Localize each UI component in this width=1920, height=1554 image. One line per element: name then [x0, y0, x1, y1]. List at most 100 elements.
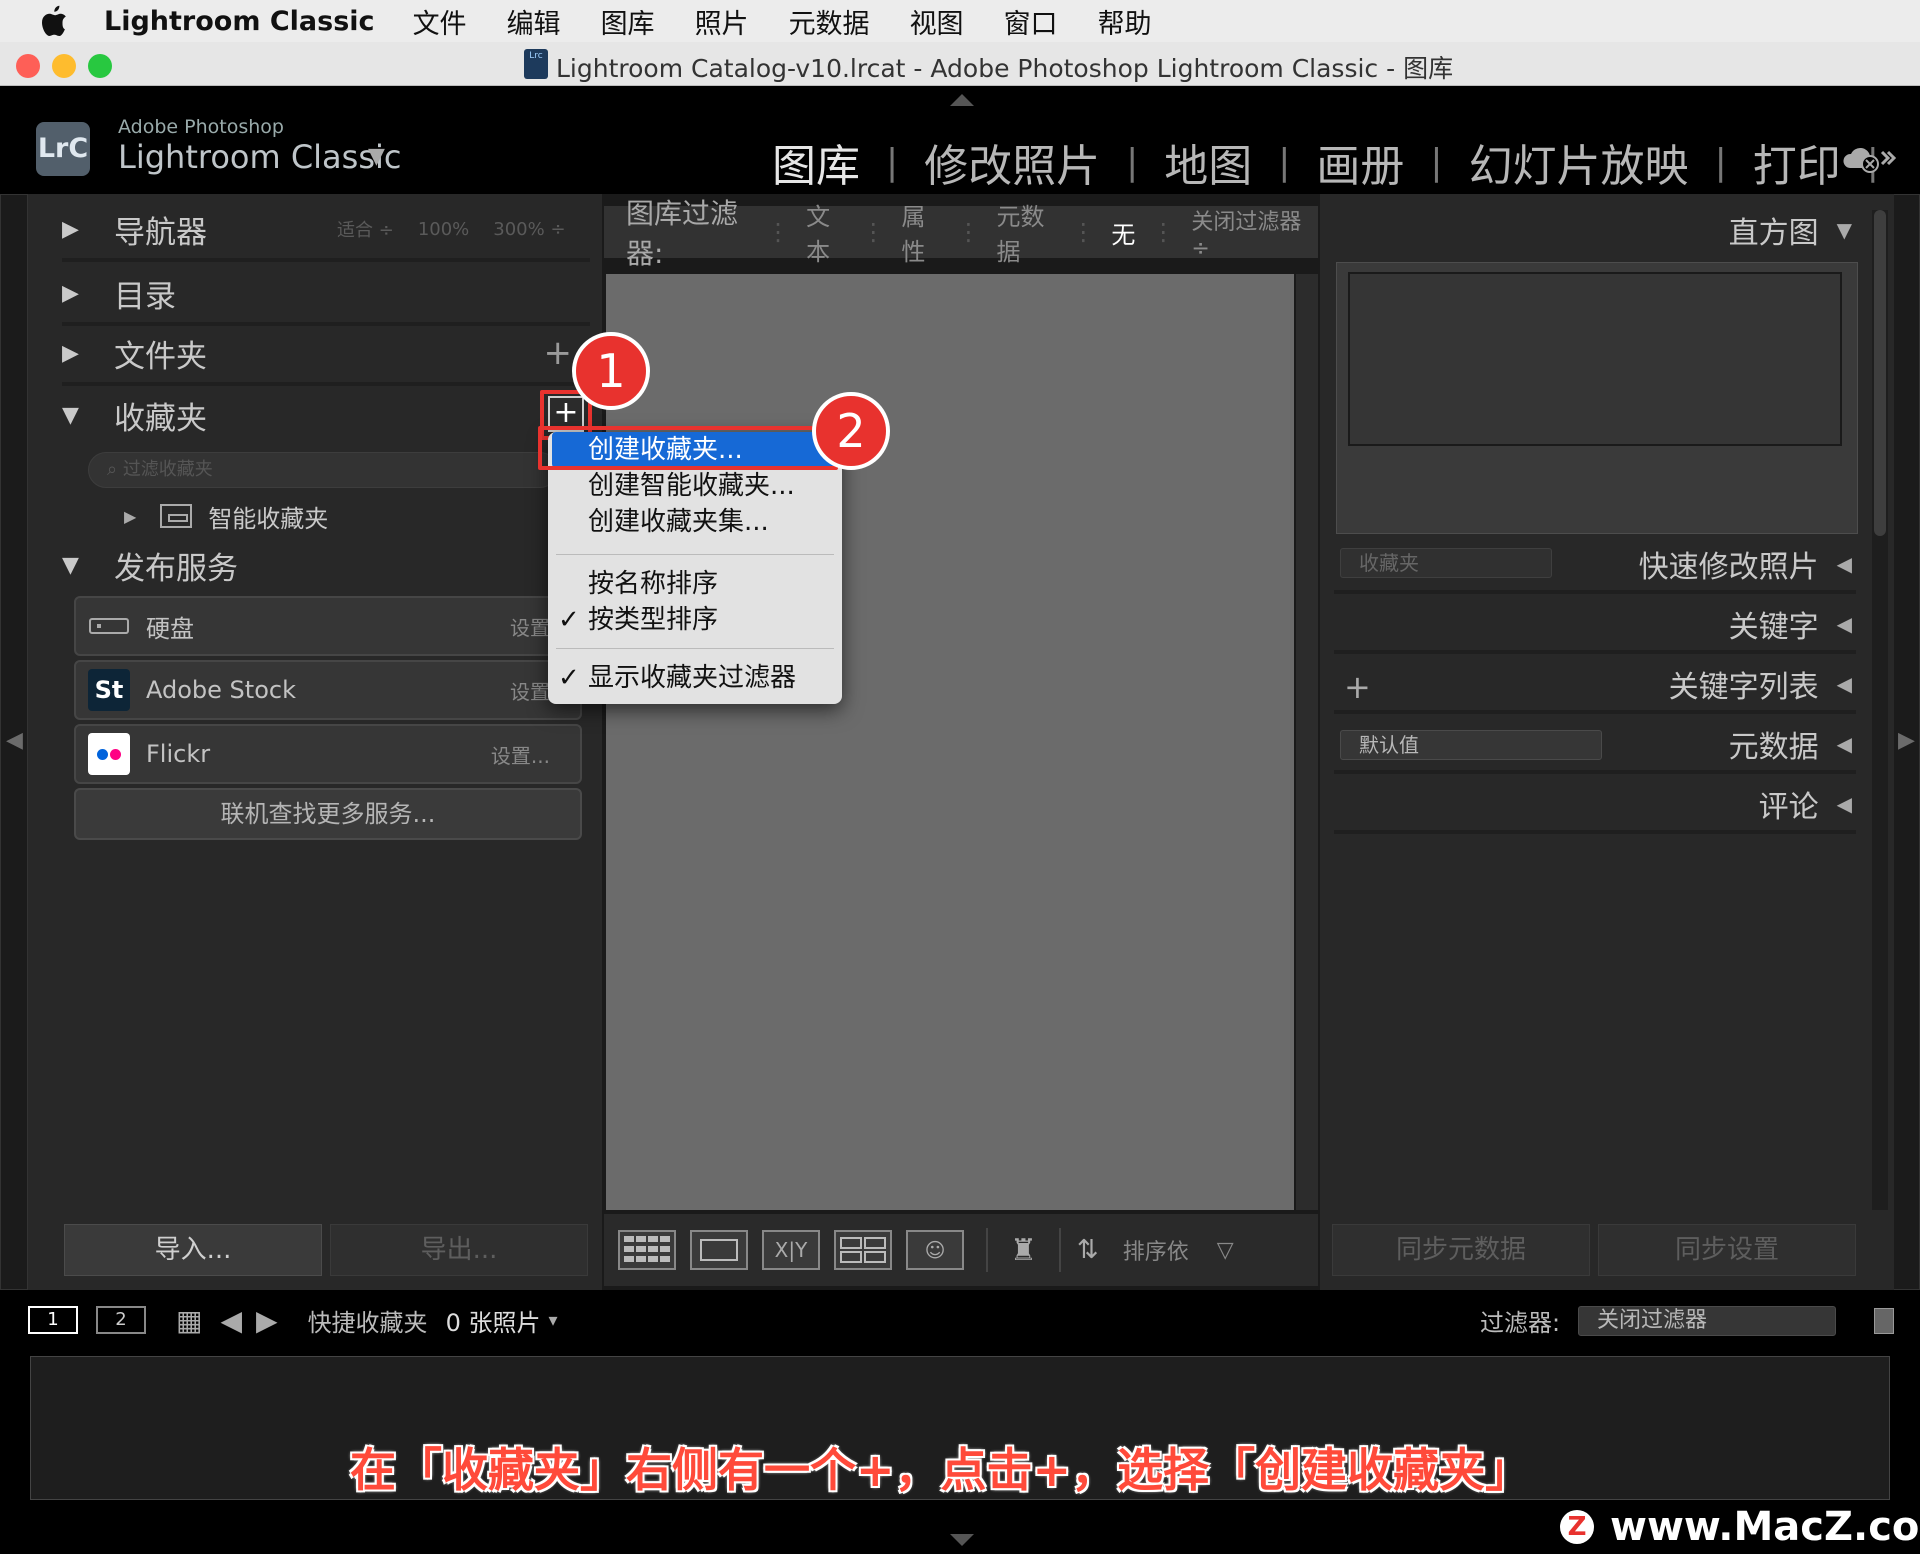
menu-metadata[interactable]: 元数据: [789, 2, 870, 41]
keywording-header[interactable]: 关键字 ◀: [1334, 598, 1856, 654]
filmstrip-toolbar: 1 2 ▦ ◀ ▶ 快捷收藏夹 0 张照片 ▾ 过滤器: 关闭过滤器: [0, 1290, 1920, 1350]
people-view-icon[interactable]: ☺: [906, 1230, 964, 1270]
module-library[interactable]: 图库: [772, 130, 860, 194]
module-develop[interactable]: 修改照片: [924, 130, 1100, 194]
filter-text-tab[interactable]: 文本: [806, 197, 845, 267]
survey-view-icon[interactable]: [834, 1230, 892, 1270]
module-book[interactable]: 画册: [1316, 130, 1404, 194]
brand-lightroom-classic[interactable]: Lightroom Classic: [118, 138, 401, 176]
source-chevron-down-icon[interactable]: ▾: [548, 1310, 557, 1331]
keyword-list-label: 关键字列表: [1668, 670, 1819, 705]
service-settings-link[interactable]: 设置: [510, 612, 550, 641]
module-map[interactable]: 地图: [1164, 130, 1252, 194]
expand-left-triangle-icon: ◀: [1836, 732, 1852, 756]
filter-preset-select[interactable]: 关闭过滤器 ÷: [1191, 204, 1302, 261]
catalog-header[interactable]: ▶ 目录: [62, 264, 590, 326]
secondary-window-button[interactable]: 2: [96, 1306, 146, 1334]
find-more-services-button[interactable]: 联机查找更多服务...: [74, 788, 582, 840]
menu-file[interactable]: 文件: [413, 2, 467, 41]
expand-left-panel-icon[interactable]: ◀: [6, 728, 23, 753]
navigator-header[interactable]: ▶ 导航器 适合 ÷ 100% 300% ÷: [62, 200, 590, 262]
right-panel-scrollbar[interactable]: [1872, 210, 1888, 1210]
primary-window-button[interactable]: 1: [28, 1306, 78, 1334]
filmstrip-source[interactable]: 快捷收藏夹: [308, 1303, 428, 1338]
menu-help[interactable]: 帮助: [1098, 2, 1152, 41]
zoom-300[interactable]: 300% ÷: [493, 219, 565, 240]
compare-view-icon[interactable]: X|Y: [762, 1230, 820, 1270]
close-window-button[interactable]: [16, 54, 40, 78]
back-arrow-icon[interactable]: ◀: [220, 1304, 242, 1337]
keyword-list-header[interactable]: 关键字列表 ◀: [1334, 658, 1856, 714]
toolbar-menu-chevron-icon[interactable]: ▽: [1217, 1238, 1234, 1263]
collections-header[interactable]: ▼ 收藏夹: [62, 384, 590, 446]
identity-menu-caret-icon[interactable]: ▼: [368, 144, 385, 169]
publish-service-flickr[interactable]: Flickr 设置...: [74, 724, 582, 784]
menu-show-filter-row[interactable]: ✓ 显示收藏夹过滤器: [548, 660, 842, 696]
service-name: Adobe Stock: [146, 676, 296, 704]
collapse-filmstrip-icon[interactable]: [950, 1534, 974, 1546]
collapse-top-panel-icon[interactable]: [950, 94, 974, 106]
menu-photo[interactable]: 照片: [695, 2, 749, 41]
menu-create-collection-set[interactable]: 创建收藏夹集...: [548, 504, 842, 540]
zoom-window-button[interactable]: [88, 54, 112, 78]
menu-create-smart-collection[interactable]: 创建智能收藏夹...: [548, 468, 842, 504]
loupe-view-icon[interactable]: [690, 1230, 748, 1270]
filter-metadata-tab[interactable]: 元数据: [997, 197, 1056, 267]
photo-grid-area[interactable]: [606, 274, 1294, 1210]
publish-service-hard-drive[interactable]: 硬盘 设置: [74, 596, 582, 656]
menu-edit[interactable]: 编辑: [507, 2, 561, 41]
module-slideshow[interactable]: 幻灯片放映: [1469, 130, 1689, 194]
menu-window[interactable]: 窗口: [1004, 2, 1058, 41]
sync-metadata-button[interactable]: 同步元数据: [1332, 1224, 1590, 1276]
menu-library[interactable]: 图库: [601, 2, 655, 41]
grid-icon[interactable]: ▦: [176, 1304, 202, 1337]
quick-develop-header[interactable]: 快速修改照片 ◀: [1334, 538, 1856, 594]
collection-filter-input[interactable]: ⌕ 过滤收藏夹: [88, 452, 558, 488]
cloud-sync-icon[interactable]: [1842, 142, 1898, 182]
grid-scrollbar[interactable]: [1296, 274, 1318, 1210]
filmstrip-count[interactable]: 0 张照片: [446, 1303, 541, 1338]
collection-filter-placeholder: 过滤收藏夹: [122, 459, 213, 480]
expand-right-panel-icon[interactable]: ▶: [1898, 728, 1915, 753]
publish-service-adobe-stock[interactable]: St Adobe Stock 设置: [74, 660, 582, 720]
apple-icon[interactable]: [38, 4, 78, 38]
menubar-app-name[interactable]: Lightroom Classic: [104, 6, 375, 37]
histogram-header[interactable]: 直方图 ▼: [1334, 202, 1856, 258]
forward-arrow-icon[interactable]: ▶: [256, 1304, 278, 1337]
filter-none-tab[interactable]: 无: [1111, 215, 1135, 250]
service-name: Flickr: [146, 740, 211, 768]
menu-sort-by-type-row[interactable]: ✓ 按类型排序: [548, 602, 842, 638]
expand-left-triangle-icon: ◀: [1836, 792, 1852, 816]
filter-attribute-tab[interactable]: 属性: [901, 197, 940, 267]
zoom-fit[interactable]: 适合 ÷: [337, 216, 394, 242]
module-print[interactable]: 打印: [1753, 130, 1841, 194]
filmstrip-filter-select[interactable]: 关闭过滤器: [1578, 1306, 1836, 1336]
zoom-100[interactable]: 100%: [418, 219, 469, 240]
filter-lock-icon[interactable]: [1874, 1308, 1894, 1334]
smart-collections-row[interactable]: ▶ 智能收藏夹: [124, 496, 328, 536]
service-settings-link[interactable]: 设置: [510, 676, 550, 705]
sync-settings-button[interactable]: 同步设置: [1598, 1224, 1856, 1276]
add-folder-plus-icon[interactable]: +: [544, 333, 573, 373]
service-settings-link[interactable]: 设置...: [491, 740, 550, 769]
export-button[interactable]: 导出...: [330, 1224, 588, 1276]
sort-by-label[interactable]: 排序依: [1123, 1234, 1189, 1266]
import-button[interactable]: 导入...: [64, 1224, 322, 1276]
expand-triangle-icon: ▶: [62, 216, 79, 242]
folders-header[interactable]: ▶ 文件夹 +: [62, 324, 590, 386]
comments-header[interactable]: 评论 ◀: [1334, 778, 1856, 834]
painter-spray-icon[interactable]: ♜: [1010, 1233, 1037, 1268]
module-separator: |: [886, 141, 899, 183]
grid-view-icon[interactable]: [618, 1230, 676, 1270]
menu-view[interactable]: 视图: [910, 2, 964, 41]
collection-set-icon: [160, 504, 193, 528]
expand-triangle-icon: ▶: [62, 280, 79, 306]
metadata-header[interactable]: 元数据 ◀: [1334, 718, 1856, 774]
sort-direction-icon[interactable]: ⇅: [1077, 1235, 1099, 1265]
publish-services-header[interactable]: ▼ 发布服务: [62, 534, 590, 596]
minimize-window-button[interactable]: [52, 54, 76, 78]
expand-triangle-icon[interactable]: ▶: [124, 507, 136, 526]
menu-sort-by-name[interactable]: 按名称排序: [548, 566, 842, 602]
navigator-label: 导航器: [114, 214, 207, 251]
scrollbar-thumb[interactable]: [1874, 210, 1886, 536]
